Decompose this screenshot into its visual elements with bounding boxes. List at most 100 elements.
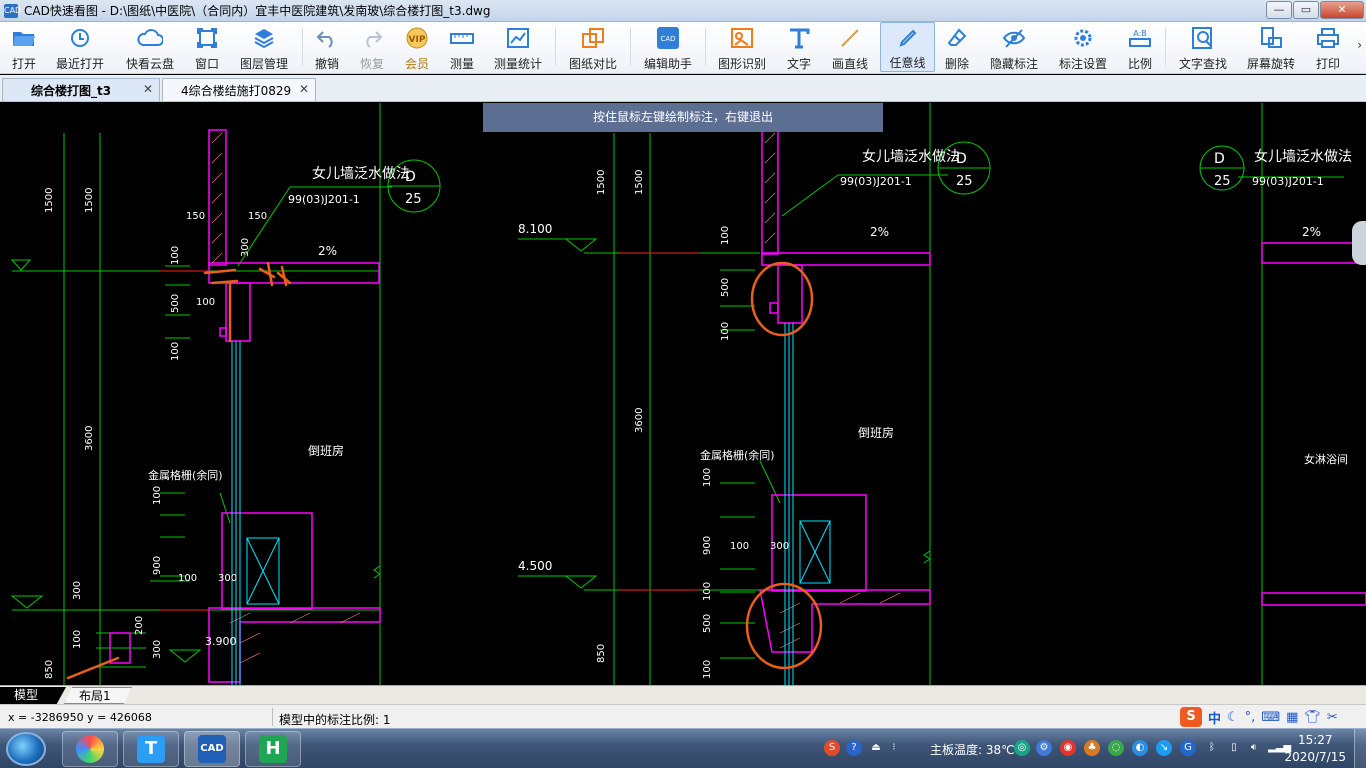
dim-text: 100 xyxy=(702,660,713,679)
security-icon[interactable]: ◎ xyxy=(1014,740,1030,756)
grid-icon[interactable]: ▦ xyxy=(1286,710,1298,725)
bluetooth-icon[interactable]: ᛒ xyxy=(1204,740,1220,756)
text-search-button[interactable]: 文字查找 xyxy=(1176,22,1230,72)
minimize-button[interactable]: — xyxy=(1266,1,1292,19)
text-button[interactable]: 文字 xyxy=(784,22,814,72)
shirt-icon[interactable]: 👕︎ xyxy=(1304,710,1321,725)
cloud-disk-button[interactable]: 快看云盘 xyxy=(122,22,178,72)
line-button[interactable]: 画直线 xyxy=(830,22,870,72)
cloud-icon xyxy=(137,25,163,50)
taskbar-app-h[interactable]: H xyxy=(245,731,301,767)
tab-layout1[interactable]: 布局1 xyxy=(64,687,132,704)
hide-annotation-icon xyxy=(1001,25,1027,50)
compare-button[interactable]: 图纸对比 xyxy=(566,22,620,72)
clock-time: 15:27 xyxy=(1297,733,1333,747)
sogou-logo-icon[interactable]: S xyxy=(1180,707,1202,727)
show-desktop-button[interactable] xyxy=(1354,729,1366,768)
railing-label-mid: 金属格栅(余同) xyxy=(700,448,775,462)
slope-mid: 2% xyxy=(870,225,889,239)
dim-text: 1500 xyxy=(44,188,55,213)
sogou-tray-icon[interactable]: S xyxy=(824,740,840,756)
detail-num-right: 25 xyxy=(1214,174,1231,189)
window-icon xyxy=(194,25,220,50)
maximize-button[interactable]: ▭ xyxy=(1293,1,1319,19)
weibo-icon[interactable]: ◉ xyxy=(1060,740,1076,756)
recent-open-button[interactable]: 最近打开 xyxy=(52,22,108,72)
tab-structure-drawing[interactable]: 4综合楼结施打0829 ✕ xyxy=(162,78,316,101)
wifi-icon[interactable]: ⁝ xyxy=(886,740,902,756)
delete-button[interactable]: 删除 xyxy=(942,22,972,72)
dim-text: 100 xyxy=(720,226,731,245)
measure-stats-button[interactable]: 测量统计 xyxy=(490,22,546,72)
redo-button[interactable]: 恢复 xyxy=(355,22,389,72)
compare-icon xyxy=(580,25,606,50)
taskbar-app-t[interactable]: T xyxy=(123,731,179,767)
gear-icon[interactable]: ⚙ xyxy=(1036,740,1052,756)
measure-button[interactable]: 测量 xyxy=(446,22,478,72)
layer-manager-button[interactable]: 图层管理 xyxy=(236,22,292,72)
help-icon[interactable]: ? xyxy=(846,740,862,756)
shape-recognize-button[interactable]: 图形识别 xyxy=(715,22,769,72)
vip-icon: VIP xyxy=(404,25,430,50)
tab-close-icon[interactable]: ✕ xyxy=(143,82,153,96)
start-button[interactable] xyxy=(6,732,46,766)
rotate-icon xyxy=(1258,25,1284,50)
toolbar-more-icon[interactable]: › xyxy=(1357,38,1362,52)
scale-button[interactable]: A:B 比例 xyxy=(1125,22,1155,72)
drawing-canvas[interactable]: 女儿墙泛水做法 99(03)J201-1 D 25 2% 倒班房 金属格栅(余同… xyxy=(0,103,1366,685)
punctuation-icon[interactable]: °, xyxy=(1245,710,1256,725)
volume-icon[interactable]: 🔉︎ xyxy=(1246,740,1262,756)
vip-badge-text: VIP xyxy=(409,35,426,45)
edit-assistant-button[interactable]: CAD 编辑助手 xyxy=(641,22,695,72)
side-panel-handle[interactable] xyxy=(1352,221,1366,265)
undo-button[interactable]: 撤销 xyxy=(310,22,344,72)
taskbar-cad[interactable]: CAD xyxy=(184,731,240,767)
window-button[interactable]: 窗口 xyxy=(190,22,224,72)
dim-text: 3600 xyxy=(84,426,95,451)
svg-text:A:B: A:B xyxy=(1133,29,1147,38)
room-label-left: 倒班房 xyxy=(308,443,344,458)
layout-tabs: 布局1 模型 xyxy=(0,685,1366,704)
battery-icon[interactable]: ▯ xyxy=(1226,740,1242,756)
dim-text: 300 xyxy=(72,581,83,600)
layers-icon xyxy=(251,25,277,50)
close-button[interactable]: ✕ xyxy=(1320,1,1364,19)
dim-text: 900 xyxy=(152,556,163,575)
dim-text: 100 xyxy=(170,342,181,361)
elev-3900: 3.900 xyxy=(205,635,237,648)
clock-date: 2020/7/15 xyxy=(1284,750,1346,764)
network-icon[interactable]: ▂▃▅ xyxy=(1268,740,1291,756)
baidu-icon[interactable]: ♣ xyxy=(1084,740,1100,756)
cursor-coordinates: x = -3286950 y = 426068 xyxy=(8,711,152,724)
wechat-icon[interactable]: ◌ xyxy=(1108,740,1124,756)
g-icon[interactable]: G xyxy=(1180,740,1196,756)
speed-icon[interactable]: ↘ xyxy=(1156,740,1172,756)
dim-text: 1500 xyxy=(634,170,645,195)
open-button[interactable]: 打开 xyxy=(4,22,44,72)
redo-icon xyxy=(359,25,385,50)
hide-annotation-button[interactable]: 隐藏标注 xyxy=(988,22,1040,72)
screen-rotate-button[interactable]: 屏幕旋转 xyxy=(1244,22,1298,72)
vip-button[interactable]: VIP 会员 xyxy=(400,22,434,72)
dim-text: 100 xyxy=(72,630,83,649)
tab-close-icon[interactable]: ✕ xyxy=(299,82,309,96)
print-button[interactable]: 打印 xyxy=(1313,22,1343,72)
clock[interactable]: 15:27 2020/7/15 xyxy=(1284,732,1346,766)
taskbar-browser[interactable] xyxy=(62,731,118,767)
tools-icon[interactable]: ✂ xyxy=(1327,710,1338,725)
freehand-button[interactable]: 任意线 xyxy=(880,22,935,72)
board-temperature: 主板温度: 38℃ xyxy=(930,743,1015,757)
elev-8100: 8.100 xyxy=(518,222,552,236)
ime-language[interactable]: 中 xyxy=(1208,708,1221,727)
browser-icon xyxy=(76,735,104,763)
usb-icon[interactable]: ⏏ xyxy=(868,740,884,756)
tab-model[interactable]: 模型 xyxy=(0,687,66,704)
qq-icon[interactable]: ◐ xyxy=(1132,740,1148,756)
svg-text:CAD: CAD xyxy=(660,35,675,43)
main-toolbar: 打开 最近打开 快看云盘 窗口 图层管理 撤销 恢复 VIP 会员 测量 测量统… xyxy=(0,22,1366,74)
moon-icon[interactable]: ☾ xyxy=(1227,710,1239,725)
annotation-settings-button[interactable]: 标注设置 xyxy=(1056,22,1110,72)
tab-main-drawing[interactable]: 综合楼打图_t3 ✕ xyxy=(2,78,160,101)
keyboard-icon[interactable]: ⌨ xyxy=(1261,710,1280,725)
dim-text: 300 xyxy=(152,640,163,659)
